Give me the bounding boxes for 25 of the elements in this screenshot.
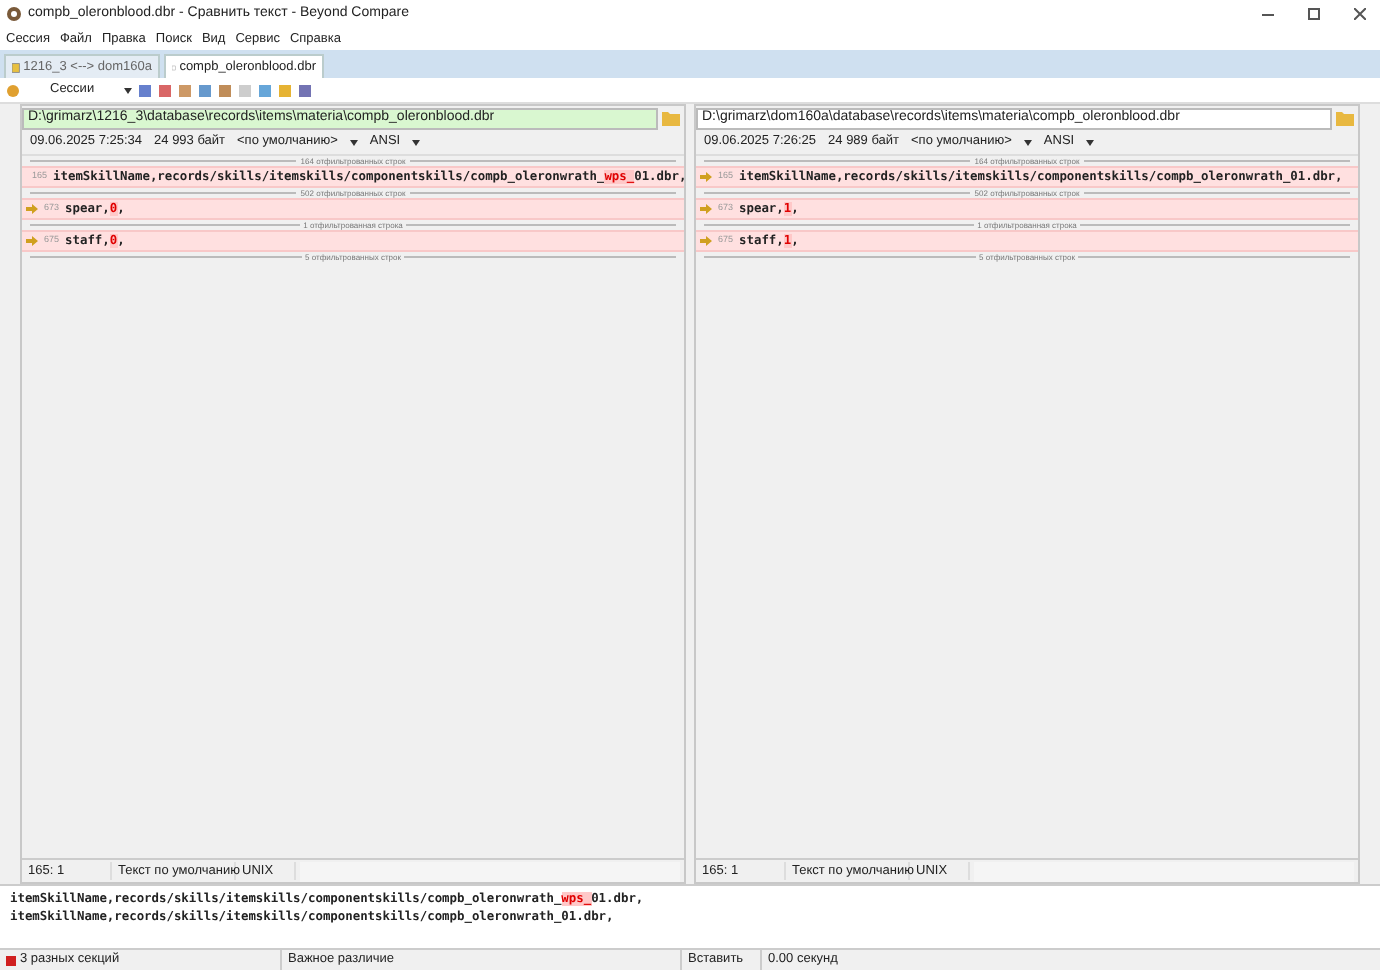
horizontal-scrollbar[interactable] <box>300 861 680 881</box>
toolbar-square-icon[interactable] <box>138 83 153 97</box>
arrow-icon <box>700 204 712 214</box>
app-icon <box>6 6 22 22</box>
caret-icon[interactable] <box>1086 139 1095 145</box>
toolbar-square-icon[interactable] <box>258 83 273 97</box>
close-icon[interactable] <box>1354 8 1366 20</box>
horizontal-scrollbar[interactable] <box>974 861 1354 881</box>
arrow-icon <box>26 236 38 246</box>
caret-icon[interactable] <box>124 87 133 93</box>
arrow-icon <box>700 236 712 246</box>
minimize-icon[interactable] <box>1262 13 1274 15</box>
toolbar-square-icon[interactable] <box>198 83 213 97</box>
toolbar-square-icon[interactable] <box>218 83 233 97</box>
toolbar-square-icon[interactable] <box>158 83 173 97</box>
difference-icon <box>6 955 16 965</box>
arrow-icon <box>26 204 38 214</box>
toolbar-square-icon[interactable] <box>298 83 313 97</box>
toolbar-square-icon[interactable] <box>178 83 193 97</box>
caret-icon[interactable] <box>1023 139 1032 145</box>
toolbar-square-icon[interactable] <box>278 83 293 97</box>
caret-icon[interactable] <box>412 139 421 145</box>
caret-icon[interactable] <box>349 139 358 145</box>
maximize-icon[interactable] <box>1308 8 1320 20</box>
arrow-icon <box>700 172 712 182</box>
